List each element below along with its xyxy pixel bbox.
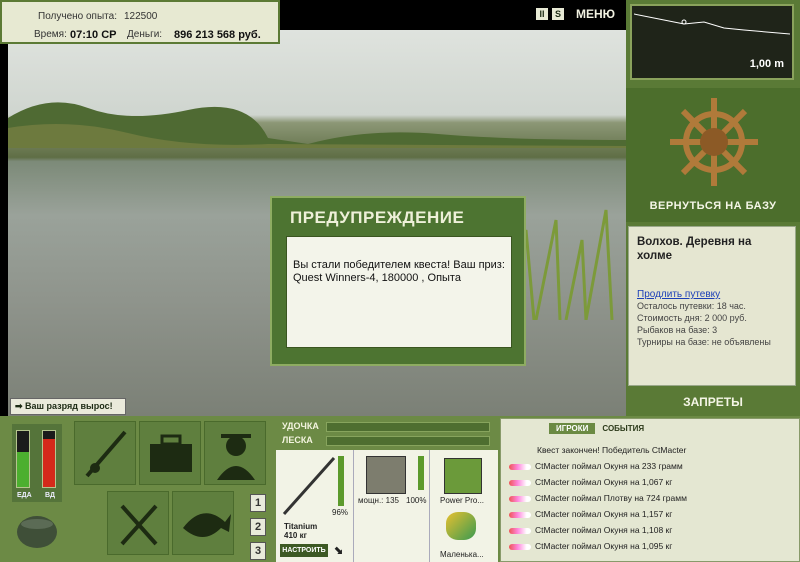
food-label: ЕДА	[17, 492, 32, 499]
dialog-line-2: Quest Winners-4, 180000 , Опыта	[293, 272, 461, 284]
setup-button[interactable]: НАСТРОИТЬ	[280, 544, 328, 557]
event-item: CtMacter поймал Окуня на 1,095 кг	[509, 539, 672, 553]
money-label: Деньги:	[127, 29, 163, 40]
exp-value: 122500	[124, 11, 158, 22]
tension-panel: УДОЧКА ЛЕСКА	[278, 420, 496, 450]
lure-icon	[446, 512, 476, 540]
fishers-count: Рыбаков на базе: 3	[637, 325, 718, 335]
player-info-panel: Получено опыта: 122500 Время: 07:10 СР Д…	[0, 0, 280, 44]
status-meters: ЕДА ВД	[12, 424, 62, 502]
reel-power: мощн.: 135	[358, 496, 399, 505]
alcohol-label: ВД	[45, 492, 55, 499]
line-name: Power Pro...	[440, 496, 485, 505]
rank-message: ➡ Ваш разряд вырос!	[10, 398, 126, 415]
lure-icon	[509, 527, 531, 534]
event-item: CtMacter поймал Окуня на 1,067 кг	[509, 475, 672, 489]
dialog-title: ПРЕДУПРЕЖДЕНИЕ	[290, 208, 465, 227]
exp-label: Получено опыта:	[38, 11, 117, 22]
food-slot[interactable]	[107, 491, 169, 555]
rod-condition-bar	[338, 456, 344, 506]
reel-condition-bar	[418, 456, 424, 490]
event-item: CtMacter поймал Окуня на 1,157 кг	[509, 507, 672, 521]
fork-knife-icon	[120, 504, 158, 546]
rod-weight: 410 кг	[284, 531, 307, 540]
dialog-line-1: Вы стали победителем квеста! Ваш приз:	[293, 259, 505, 271]
lure-icon	[509, 511, 531, 518]
time-label: Время:	[34, 29, 67, 40]
event-tabs: ИГРОКИ СОБЫТИЯ	[549, 422, 652, 434]
food-fill	[17, 452, 29, 487]
slot-number-3[interactable]: 3	[250, 542, 266, 560]
warning-dialog[interactable]: ПРЕДУПРЕЖДЕНИЕ Вы стали победителем квес…	[270, 196, 526, 366]
line-tension-bar	[326, 436, 490, 446]
event-item: Квест закончен! Победитель CtMacter	[537, 445, 687, 455]
event-item: CtMacter поймал Окуня на 233 грамм	[509, 459, 683, 473]
shore-hills	[8, 102, 626, 148]
lure-icon	[509, 463, 531, 470]
depth-profile	[634, 13, 790, 35]
menu-button[interactable]: МЕНЮ	[576, 7, 615, 21]
dialog-body: Вы стали победителем квеста! Ваш приз: Q…	[286, 236, 512, 348]
rod-icon	[85, 430, 127, 478]
arrow-icon: ➡	[15, 401, 26, 411]
rank-text: Ваш разряд вырос!	[25, 401, 113, 411]
pause-button[interactable]: II	[536, 8, 548, 20]
cauldron-icon[interactable]	[12, 504, 62, 554]
time-value: 07:10 СР	[70, 29, 117, 41]
lure-icon	[509, 479, 531, 486]
fish-slot[interactable]	[172, 491, 234, 555]
s-button[interactable]: S	[552, 8, 564, 20]
tackle-box-slot[interactable]	[139, 421, 201, 485]
reel-percent: 100%	[406, 496, 427, 505]
money-value: 896 213 568 руб.	[174, 29, 261, 41]
slot-number-1[interactable]: 1	[250, 494, 266, 512]
tournaments: Турниры на базе: не объявлены	[637, 337, 771, 347]
tab-players[interactable]: ИГРОКИ	[549, 423, 596, 434]
bans-button[interactable]: ЗАПРЕТЫ	[626, 390, 800, 414]
reel-icon	[366, 456, 406, 494]
lure-icon	[509, 495, 531, 502]
fisherman-icon	[217, 434, 255, 480]
tab-events[interactable]: СОБЫТИЯ	[595, 423, 652, 434]
line-spool-icon	[444, 458, 482, 494]
day-cost: Стоимость дня: 2 000 руб.	[637, 313, 747, 323]
fisherman-slot[interactable]	[204, 421, 266, 485]
return-to-base-button[interactable]: ВЕРНУТЬСЯ НА БАЗУ	[630, 200, 796, 218]
rod-tension-label: УДОЧКА	[282, 421, 319, 431]
rod-name: Titanium	[284, 522, 318, 531]
reel-cell[interactable]: мощн.: 135 100%	[354, 450, 430, 562]
lure-icon	[509, 543, 531, 550]
base-name: Волхов. Деревня на холме	[637, 236, 752, 262]
rod-image	[282, 457, 336, 515]
slot-number-2[interactable]: 2	[250, 518, 266, 536]
alcohol-fill	[43, 439, 55, 487]
events-panel: ИГРОКИ СОБЫТИЯ Квест закончен! Победитель…	[500, 418, 800, 562]
ship-wheel-icon	[670, 98, 758, 186]
fish-icon	[183, 513, 231, 537]
rod-percent: 96%	[332, 508, 349, 517]
depth-graph: 1,00 m	[630, 4, 794, 80]
lure-name: Маленька...	[440, 550, 484, 559]
line-tension-label: ЛЕСКА	[282, 435, 313, 445]
rod-tension-bar	[326, 422, 490, 432]
tackle-box-icon	[150, 434, 192, 472]
base-info: Волхов. Деревня на холме Продлить путевк…	[628, 226, 796, 386]
food-bar	[16, 430, 30, 488]
event-item: CtMacter поймал Плотву на 724 грамм	[509, 491, 687, 505]
line-lure-cell[interactable]: Power Pro... Маленька...	[430, 450, 498, 562]
event-item: CtMacter поймал Окуня на 1,108 кг	[509, 523, 672, 537]
permit-remaining: Осталось путевки: 18 час.	[637, 301, 746, 311]
alcohol-bar	[42, 430, 56, 488]
extend-permit-link[interactable]: Продлить путевку	[637, 289, 787, 300]
depth-value: 1,00 m	[749, 58, 784, 70]
resize-arrow-icon[interactable]: ⬊	[334, 544, 343, 557]
rod-slot[interactable]	[74, 421, 136, 485]
